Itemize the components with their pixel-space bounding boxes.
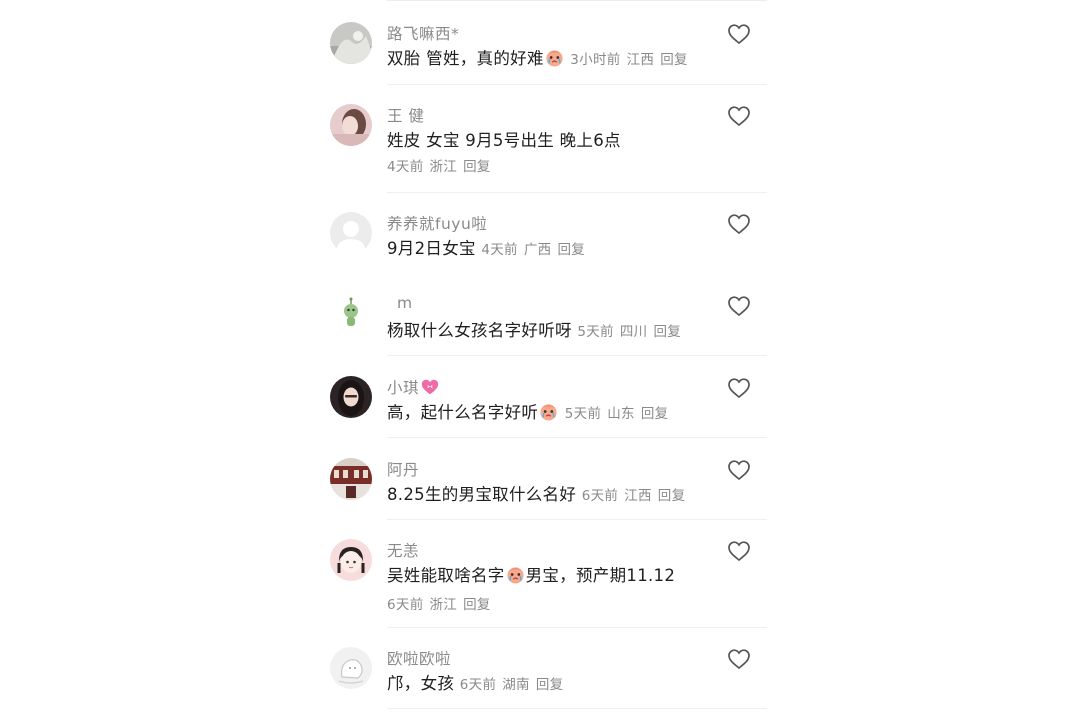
reply-button[interactable]: 回复 xyxy=(658,488,686,504)
username[interactable]: 王 健 xyxy=(387,104,424,126)
comment-divider xyxy=(387,519,767,520)
comment-text: 高，起什么名字好听 5天前 山东 回复 xyxy=(387,399,717,429)
username[interactable]: 养养就fuyu啦 xyxy=(387,212,487,234)
comment-time: 5天前 xyxy=(564,406,602,422)
like-heart-icon[interactable] xyxy=(727,295,751,317)
like-heart-icon[interactable] xyxy=(727,23,751,45)
comment-meta: 6天前 湖南 回复 xyxy=(460,677,564,693)
comment-body: 高，起什么名字好听 xyxy=(387,403,539,422)
comment-location: 湖南 xyxy=(502,677,530,693)
comment-location: 江西 xyxy=(624,488,652,504)
username[interactable]: 欧啦欧啦 xyxy=(387,647,451,669)
comment-text: 8.25生的男宝取什么名好 6天前 江西 回复 xyxy=(387,481,717,510)
username[interactable]: 阿丹 xyxy=(387,458,419,480)
reply-button[interactable]: 回复 xyxy=(653,324,681,340)
comment-divider xyxy=(387,192,767,193)
like-heart-icon[interactable] xyxy=(727,540,751,562)
comment-section: 路飞嘛西* 双胎 管姓，真的好难 3小时前 江西 回复 王 健 姓皮 女宝 9月… xyxy=(0,0,1080,712)
comment-meta: 6天前 浙江 回复 xyxy=(387,592,717,619)
comment-text: 吴姓能取啥名字 男宝，预产期11.12 6天前 浙江 回复 xyxy=(387,562,717,619)
comment-location: 江西 xyxy=(626,52,655,68)
comment-text: 9月2日女宝 4天前 广西 回复 xyxy=(387,235,717,264)
avatar[interactable] xyxy=(330,458,372,500)
comment-body: 邝，女孩 xyxy=(387,674,455,693)
comment-time: 3小时前 xyxy=(570,52,621,68)
comment-meta: 4天前 浙江 回复 xyxy=(387,154,717,181)
comment-text: 姓皮 女宝 9月5号出生 晚上6点 4天前 浙江 回复 xyxy=(387,127,717,181)
comment-body-after: 男宝，预产期11.12 xyxy=(525,566,676,585)
avatar[interactable] xyxy=(330,22,372,64)
comment-location: 浙江 xyxy=(429,597,458,613)
comment-text: 杨取什么女孩名字好听呀 5天前 四川 回复 xyxy=(387,317,717,346)
comment-body-line: 吴姓能取啥名字 男宝，预产期11.12 xyxy=(387,562,717,592)
reply-button[interactable]: 回复 xyxy=(463,159,491,175)
comment-time: 6天前 xyxy=(459,677,497,693)
comment-time: 6天前 xyxy=(581,488,619,504)
like-heart-icon[interactable] xyxy=(727,377,751,399)
comment-meta: 5天前 四川 回复 xyxy=(577,324,681,340)
comment-divider xyxy=(387,437,767,438)
comment-divider xyxy=(387,708,767,709)
comment-body: 姓皮 女宝 9月5号出生 晚上6点 xyxy=(387,131,621,150)
comment-text: 邝，女孩 6天前 湖南 回复 xyxy=(387,670,717,699)
comment-time: 4天前 xyxy=(387,159,424,175)
comment-meta: 6天前 江西 回复 xyxy=(582,488,686,504)
comment-text: 双胎 管姓，真的好难 3小时前 江西 回复 xyxy=(387,45,717,75)
comment-location: 山东 xyxy=(607,406,635,422)
comment-body: 杨取什么女孩名字好听呀 xyxy=(387,321,572,340)
crying-face-emoji-icon xyxy=(539,402,558,429)
comment-location: 浙江 xyxy=(429,159,458,175)
heart-emoji-icon xyxy=(420,378,440,400)
username[interactable]: 无恙 xyxy=(387,539,419,561)
comment-divider xyxy=(387,84,767,85)
avatar[interactable] xyxy=(330,647,372,689)
avatar[interactable] xyxy=(330,539,372,581)
comment-body: 双胎 管姓，真的好难 xyxy=(387,49,544,68)
comment-time: 4天前 xyxy=(481,242,518,258)
top-divider xyxy=(387,0,767,1)
comment-divider xyxy=(387,627,767,628)
like-heart-icon[interactable] xyxy=(727,213,751,235)
comment-time: 6天前 xyxy=(387,597,424,613)
crying-face-emoji-icon xyxy=(506,565,525,592)
comment-location: 四川 xyxy=(619,324,648,340)
comment-meta: 5天前 山东 回复 xyxy=(565,406,669,422)
reply-button[interactable]: 回复 xyxy=(660,52,688,68)
comment-meta: 3小时前 江西 回复 xyxy=(570,52,688,68)
username[interactable]: 小琪 xyxy=(387,376,441,400)
comment-time: 5天前 xyxy=(577,324,614,340)
like-heart-icon[interactable] xyxy=(727,648,751,670)
comment-body: 9月2日女宝 xyxy=(387,239,476,258)
reply-button[interactable]: 回复 xyxy=(557,242,585,258)
comment-body: 吴姓能取啥名字 xyxy=(387,566,505,585)
avatar[interactable] xyxy=(330,212,372,254)
reply-button[interactable]: 回复 xyxy=(463,597,491,613)
crying-face-emoji-icon xyxy=(545,48,564,75)
like-heart-icon[interactable] xyxy=(727,105,751,127)
avatar[interactable] xyxy=(330,376,372,418)
comment-meta: 4天前 广西 回复 xyxy=(481,242,585,258)
reply-button[interactable]: 回复 xyxy=(641,406,669,422)
username[interactable]: 路飞嘛西* xyxy=(387,22,459,44)
avatar[interactable] xyxy=(330,294,372,336)
comment-divider xyxy=(387,355,767,356)
avatar[interactable] xyxy=(330,104,372,146)
comment-body: 8.25生的男宝取什么名好 xyxy=(387,485,577,504)
comment-location: 广西 xyxy=(523,242,552,258)
reply-button[interactable]: 回复 xyxy=(536,677,564,693)
username[interactable]: m xyxy=(397,294,413,312)
like-heart-icon[interactable] xyxy=(727,459,751,481)
username-text: 小琪 xyxy=(387,379,420,397)
